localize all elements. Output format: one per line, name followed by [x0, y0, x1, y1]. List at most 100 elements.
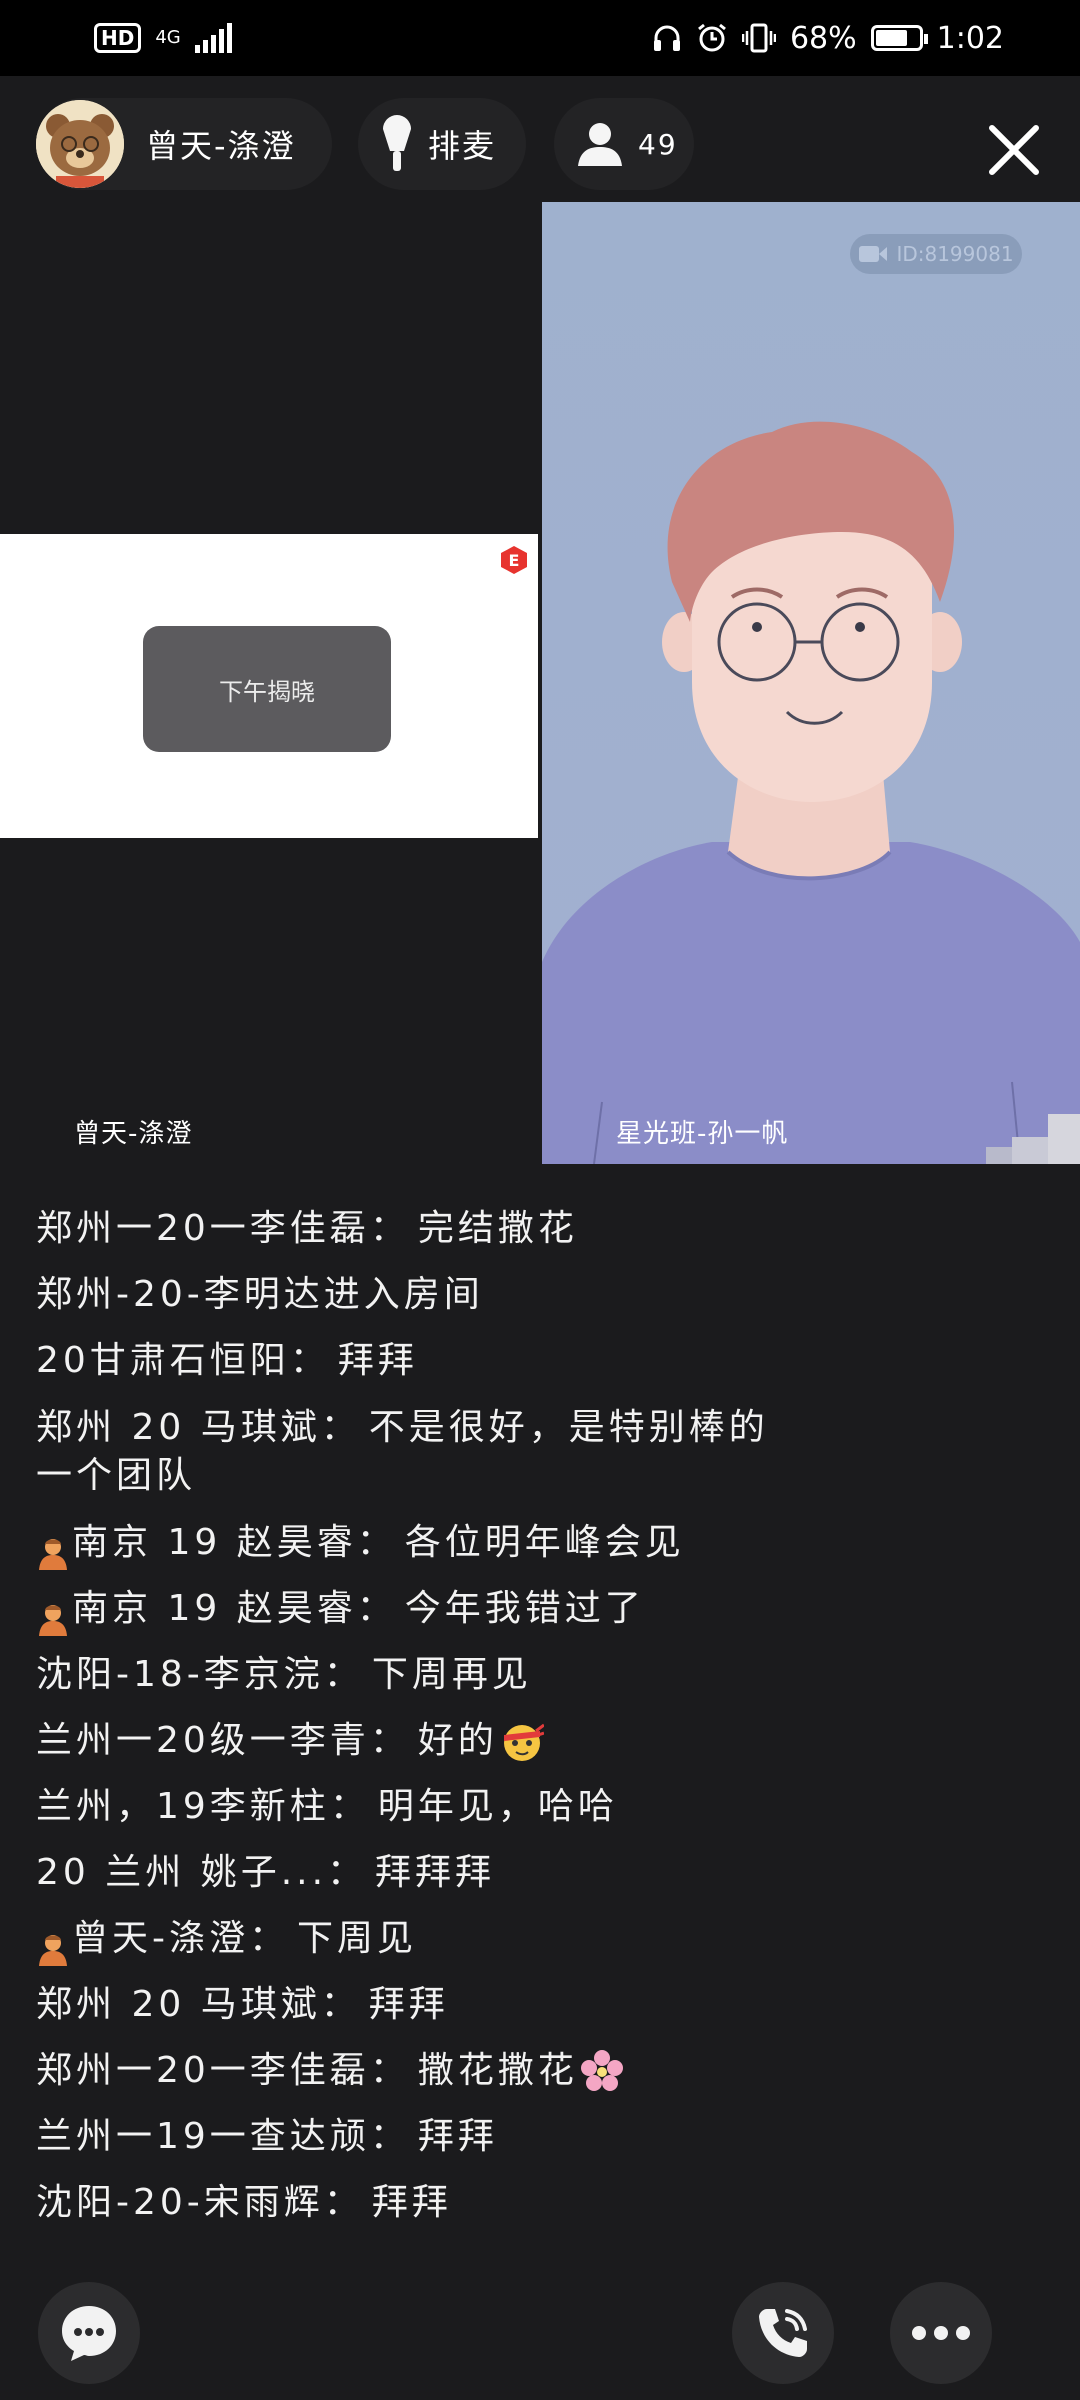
- video-area: E 下午揭晓 曾天-涤澄 ID:8199081 星光班-孙一帆: [0, 202, 1080, 1164]
- chat-message: 南京 19 赵昊睿：今年我错过了: [36, 1576, 1036, 1642]
- chat-separator: ：: [369, 2116, 410, 2157]
- chat-text: 今年我错过了: [404, 1588, 645, 1629]
- chat-sender: 郑州一20一李佳磊: [36, 2050, 370, 2091]
- id-badge: ID:8199081: [850, 234, 1022, 274]
- chat-sender: 南京 19 赵昊睿: [72, 1588, 357, 1629]
- chat-message: 兰州一20级一李青：好的: [36, 1708, 1036, 1774]
- queue-label: 排麦: [428, 127, 497, 165]
- phone-icon: [759, 2309, 807, 2357]
- chat-text: 各位明年峰会见: [404, 1522, 685, 1563]
- chat-sender: 20 兰州 姚子...: [36, 1852, 328, 1893]
- chat-text: 拜拜: [417, 2116, 498, 2157]
- user-badge-icon: [36, 1922, 70, 1966]
- chat-text: 下周见: [297, 1918, 418, 1959]
- chat-separator: ：: [356, 1588, 397, 1629]
- screen-share-panel[interactable]: E 下午揭晓: [0, 534, 538, 838]
- battery-icon: [870, 25, 928, 51]
- vibrate-icon: [741, 23, 776, 53]
- live-room-screen: HD 4G 68% 1:02 曾天-涤澄 排麦 49 E 下午揭晓 曾天-涤澄 …: [0, 0, 1080, 2400]
- chat-button[interactable]: [38, 2282, 140, 2384]
- headphones-icon: [653, 25, 680, 51]
- call-button[interactable]: [732, 2282, 834, 2384]
- chat-message: 曾天-涤澄：下周见: [36, 1906, 1036, 1972]
- queue-mic-button[interactable]: 排麦: [358, 98, 526, 190]
- user-badge-icon: [36, 1592, 70, 1636]
- share-popup-text: 下午揭晓: [219, 677, 315, 706]
- chat-text: 拜拜: [371, 2182, 452, 2223]
- chat-bubble-icon: [62, 2306, 116, 2361]
- chat-message: 郑州一20一李佳磊：撒花撒花: [36, 2038, 1036, 2104]
- user-illustration: [542, 202, 1080, 1164]
- chat-list[interactable]: 郑州一20一李佳磊：完结撒花 郑州-20-李明达进入房间 20甘肃石恒阳：拜拜 郑州 …: [36, 1196, 1036, 2236]
- chat-sender: 郑州 20 马琪斌: [36, 1984, 321, 2025]
- left-video-label: 曾天-涤澄: [74, 1119, 193, 1149]
- chat-separator: ：: [327, 1852, 368, 1893]
- chat-text: 拜拜拜: [375, 1852, 496, 1893]
- avatar[interactable]: [36, 100, 124, 188]
- chat-message: 郑州-20-李明达进入房间: [36, 1262, 1036, 1328]
- chat-separator: ：: [289, 1340, 330, 1381]
- logo-icon: E: [498, 544, 530, 580]
- chat-text: 好的: [417, 1720, 498, 1761]
- host-info[interactable]: 曾天-涤澄: [36, 98, 332, 190]
- chat-message: 20甘肃石恒阳：拜拜: [36, 1328, 1036, 1394]
- chat-text: 拜拜: [337, 1340, 418, 1381]
- chat-separator: ：: [249, 1918, 290, 1959]
- video-camera-icon: [859, 246, 888, 262]
- room-id: ID:8199081: [896, 242, 1014, 266]
- chat-message: 兰州一19一查达颃：拜拜: [36, 2104, 1036, 2170]
- host-name: 曾天-涤澄: [146, 127, 296, 165]
- remote-video[interactable]: ID:8199081 星光班-孙一帆: [542, 202, 1080, 1164]
- chat-text: 下周再见: [371, 1654, 532, 1695]
- chat-text: 明年见，哈哈: [377, 1786, 618, 1827]
- more-dots-icon: [912, 2326, 970, 2340]
- chat-sender: 沈阳-20-宋雨辉: [36, 2182, 324, 2223]
- share-popup: 下午揭晓: [143, 626, 391, 752]
- chat-sender: 沈阳-18-李京浣: [36, 1654, 324, 1695]
- chat-sender: 兰州一19一查达颃: [36, 2116, 370, 2157]
- person-icon: [578, 123, 622, 166]
- ninja-emoji-icon: [500, 1719, 545, 1763]
- room-header: 曾天-涤澄 排麦 49: [0, 76, 1080, 202]
- chat-message: 郑州 20 马琪斌：拜拜: [36, 1972, 1036, 2038]
- chat-sender: 郑州-20-李明达进入房间: [36, 1274, 484, 1315]
- close-button[interactable]: [984, 120, 1044, 180]
- more-button[interactable]: [890, 2282, 992, 2384]
- chat-sender: 兰州一20级一李青: [36, 1720, 370, 1761]
- close-icon: [989, 125, 1039, 175]
- chat-sender: 南京 19 赵昊睿: [72, 1522, 357, 1563]
- chat-message: 沈阳-20-宋雨辉：拜拜: [36, 2170, 1036, 2236]
- chat-sender: 兰州，19李新柱: [36, 1786, 330, 1827]
- chat-message: 沈阳-18-李京浣：下周再见: [36, 1642, 1036, 1708]
- chat-separator: ：: [323, 1654, 364, 1695]
- chat-message: 20 兰州 姚子...：拜拜拜: [36, 1840, 1036, 1906]
- chat-message: 郑州 20 马琪斌： 不是很好，是特别棒的一个团队: [36, 1394, 776, 1510]
- user-badge-icon: [36, 1526, 70, 1570]
- chat-sender: 曾天-涤澄: [72, 1918, 249, 1959]
- chat-separator: ：: [369, 1720, 410, 1761]
- svg-text:E: E: [509, 551, 520, 570]
- chat-sender: 郑州 20 马琪斌: [36, 1407, 321, 1448]
- chat-message: 郑州一20一李佳磊：完结撒花: [36, 1196, 1036, 1262]
- right-video-label: 星光班-孙一帆: [616, 1119, 789, 1149]
- network-type: 4G: [155, 27, 181, 48]
- viewer-count-button[interactable]: 49: [554, 98, 694, 190]
- chat-separator: ：: [329, 1786, 370, 1827]
- chat-message: 兰州，19李新柱：明年见，哈哈: [36, 1774, 1036, 1840]
- chat-separator: ：: [320, 1407, 361, 1448]
- chat-separator: ：: [369, 2050, 410, 2091]
- chat-sender: 20甘肃石恒阳: [36, 1340, 290, 1381]
- chat-separator: ：: [323, 2182, 364, 2223]
- clock: 1:02: [936, 20, 1004, 56]
- battery-percent: 68%: [789, 20, 857, 56]
- chat-text: 撒花撒花: [417, 2050, 578, 2091]
- viewer-count: 49: [638, 127, 678, 161]
- chat-message: 南京 19 赵昊睿：各位明年峰会见: [36, 1510, 1036, 1576]
- chat-separator: ：: [356, 1522, 397, 1563]
- alarm-icon: [698, 23, 726, 52]
- status-bar: HD 4G 68% 1:02: [0, 0, 1080, 76]
- hd-badge: HD: [94, 23, 142, 53]
- chat-text: 拜拜: [368, 1984, 449, 2025]
- signal-icon: [194, 23, 232, 53]
- microphone-icon: [383, 115, 411, 171]
